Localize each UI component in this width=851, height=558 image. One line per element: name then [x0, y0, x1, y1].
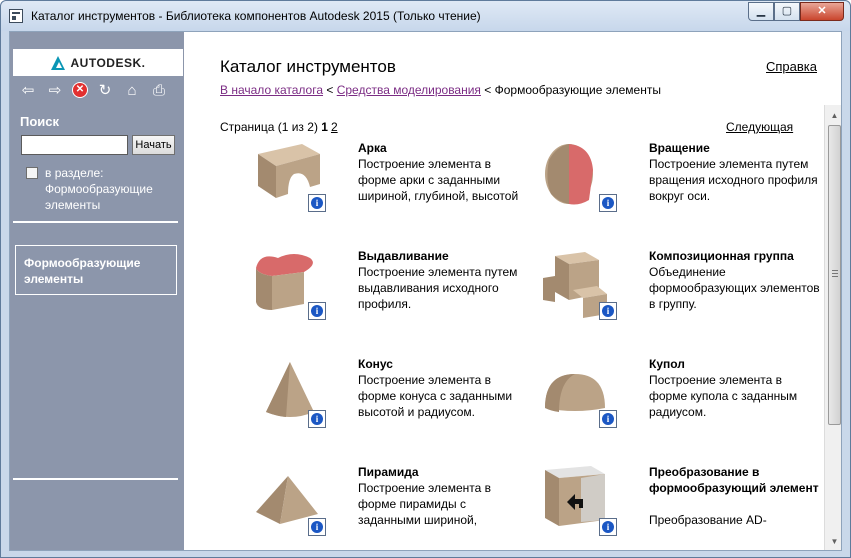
- tool-item-arch[interactable]: i Арка Построение элемента в форме арки …: [246, 140, 526, 240]
- maximize-button[interactable]: ▢: [774, 2, 800, 21]
- pagination: Страница (1 из 2) 12: [220, 120, 338, 134]
- search-input[interactable]: [21, 135, 128, 155]
- tool-name[interactable]: Преобразование в формообразующий элемент: [649, 464, 819, 496]
- breadcrumb-separator: <: [480, 83, 495, 97]
- tool-name[interactable]: Конус: [358, 356, 528, 372]
- tool-description: Объединение формообразующих элементов в …: [649, 265, 820, 311]
- tool-name[interactable]: Купол: [649, 356, 819, 372]
- help-link[interactable]: Справка: [766, 59, 817, 74]
- info-icon[interactable]: i: [308, 194, 326, 212]
- breadcrumb: В начало каталога < Средства моделирован…: [220, 83, 661, 97]
- breadcrumb-home-link[interactable]: В начало каталога: [220, 83, 323, 97]
- sidebar: AUTODESK. ⇦ ⇨ ✕ ↻ ⌂ ⎙ Поиск Начать в раз…: [10, 32, 184, 550]
- tool-item-dome[interactable]: i Купол Построение элемента в форме купо…: [537, 356, 817, 456]
- back-icon[interactable]: ⇦: [18, 80, 38, 100]
- info-icon[interactable]: i: [599, 302, 617, 320]
- autodesk-logo-icon: [50, 55, 66, 70]
- arch-thumbnail[interactable]: i: [246, 140, 326, 212]
- tool-name[interactable]: Композиционная группа: [649, 248, 819, 264]
- client-area: AUTODESK. ⇦ ⇨ ✕ ↻ ⌂ ⎙ Поиск Начать в раз…: [9, 31, 842, 551]
- dome-thumbnail[interactable]: i: [537, 356, 617, 428]
- breadcrumb-separator: <: [323, 83, 337, 97]
- scroll-up-icon[interactable]: ▲: [825, 107, 841, 124]
- tool-description: Построение элемента путем выдавливания и…: [358, 265, 518, 311]
- tool-description: Построение элемента в форме арки с задан…: [358, 157, 519, 203]
- tool-item-pyramid[interactable]: i Пирамида Построение элемента в форме п…: [246, 464, 528, 550]
- breadcrumb-modeling-link[interactable]: Средства моделирования: [337, 83, 481, 97]
- logo-text: AUTODESK.: [70, 55, 146, 70]
- home-icon[interactable]: ⌂: [122, 80, 142, 100]
- info-icon[interactable]: i: [599, 194, 617, 212]
- tool-description: Построение элемента в форме купола с зад…: [649, 373, 798, 419]
- sidebar-item-category[interactable]: Формообразующие элементы: [15, 245, 177, 295]
- info-icon[interactable]: i: [599, 518, 617, 536]
- next-page-link[interactable]: Следующая: [726, 120, 793, 134]
- grip-icon: [832, 270, 838, 277]
- revolve-thumbnail[interactable]: i: [537, 140, 617, 212]
- tool-name[interactable]: Выдавливание: [358, 248, 528, 264]
- tool-item-composite-group[interactable]: i Композиционная группа Объединение форм…: [537, 248, 820, 348]
- pyramid-thumbnail[interactable]: i: [246, 464, 326, 536]
- refresh-icon[interactable]: ↻: [95, 80, 115, 100]
- scroll-thumb[interactable]: [828, 125, 841, 425]
- sidebar-divider: [13, 478, 178, 480]
- tool-name[interactable]: Арка: [358, 140, 528, 156]
- main-panel: Каталог инструментов Справка В начало ка…: [184, 32, 841, 550]
- breadcrumb-current: Формообразующие элементы: [494, 83, 661, 97]
- info-icon[interactable]: i: [599, 410, 617, 428]
- composite-thumbnail[interactable]: i: [537, 248, 617, 320]
- tool-description: Построение элемента путем вращения исход…: [649, 157, 818, 203]
- nav-toolbar: ⇦ ⇨ ✕ ↻ ⌂ ⎙: [13, 79, 183, 101]
- scroll-down-icon[interactable]: ▼: [825, 533, 841, 550]
- tool-name[interactable]: Пирамида: [358, 464, 528, 480]
- tool-item-extrude[interactable]: i Выдавливание Построение элемента путем…: [246, 248, 526, 348]
- scope-checkbox[interactable]: [26, 167, 38, 179]
- cone-thumbnail[interactable]: i: [246, 356, 326, 428]
- autodesk-logo: AUTODESK.: [13, 49, 183, 76]
- page-counter: Страница (1 из 2): [220, 120, 322, 134]
- stop-icon[interactable]: ✕: [72, 82, 88, 98]
- minimize-button[interactable]: ▁: [748, 2, 774, 21]
- search-button[interactable]: Начать: [132, 135, 175, 155]
- app-window: Каталог инструментов - Библиотека компон…: [0, 0, 851, 558]
- tool-name[interactable]: Вращение: [649, 140, 819, 156]
- tool-description: Построение элемента в форме пирамиды с з…: [358, 481, 491, 527]
- info-icon[interactable]: i: [308, 518, 326, 536]
- tool-item-convert[interactable]: i Преобразование в формообразующий элеме…: [537, 464, 819, 550]
- info-icon[interactable]: i: [308, 302, 326, 320]
- info-icon[interactable]: i: [308, 410, 326, 428]
- current-page: 1: [321, 120, 328, 134]
- title-bar: Каталог инструментов - Библиотека компон…: [1, 1, 850, 31]
- page-title: Каталог инструментов: [220, 57, 396, 76]
- vertical-scrollbar[interactable]: ▲ ▼: [824, 105, 841, 550]
- window-title: Каталог инструментов - Библиотека компон…: [31, 9, 481, 23]
- convert-thumbnail[interactable]: i: [537, 464, 617, 536]
- tool-description: Преобразование AD-: [649, 513, 767, 527]
- app-icon: [9, 9, 23, 23]
- forward-icon[interactable]: ⇨: [45, 80, 65, 100]
- search-title: Поиск: [20, 114, 60, 129]
- window-controls: ▁ ▢ ✕: [748, 2, 844, 21]
- tool-item-revolve[interactable]: i Вращение Построение элемента путем вра…: [537, 140, 819, 240]
- scope-label: в разделе: Формообразующие элементы: [45, 166, 153, 212]
- print-icon[interactable]: ⎙: [149, 80, 169, 100]
- sidebar-divider: [13, 221, 178, 223]
- tool-item-cone[interactable]: i Конус Построение элемента в форме кону…: [246, 356, 526, 456]
- page-2-link[interactable]: 2: [331, 120, 338, 134]
- extrude-thumbnail[interactable]: i: [246, 248, 326, 320]
- close-button[interactable]: ✕: [800, 2, 844, 21]
- tool-description: Построение элемента в форме конуса с зад…: [358, 373, 513, 419]
